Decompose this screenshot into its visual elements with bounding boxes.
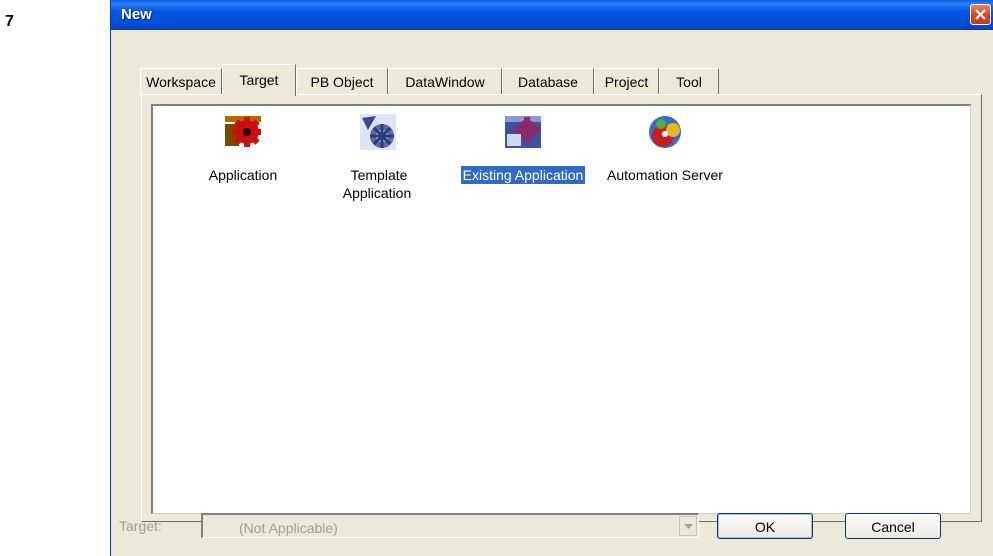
template-application-icon [360, 114, 396, 150]
tab-strip: Workspace Target PB Object DataWindow Da… [140, 64, 800, 96]
target-label: Target: [119, 518, 162, 534]
automation-server-icon [649, 116, 681, 148]
cancel-button[interactable]: Cancel [845, 513, 941, 539]
target-combo-value: (Not Applicable) [239, 520, 338, 536]
close-button[interactable] [970, 4, 991, 25]
tab-pb-object[interactable]: PB Object [296, 68, 388, 95]
tab-tool[interactable]: Tool [659, 68, 719, 95]
item-label: Template Application [342, 167, 412, 201]
close-icon [975, 9, 986, 20]
new-dialog: New Workspace Target PB Object DataWindo… [110, 0, 993, 556]
step-number: 7 [5, 13, 14, 30]
tab-database[interactable]: Database [502, 68, 594, 95]
tab-project[interactable]: Project [594, 68, 659, 95]
ok-button[interactable]: OK [717, 513, 813, 539]
title-bar[interactable]: New [111, 0, 993, 30]
target-combobox: (Not Applicable) [201, 513, 699, 538]
target-item-list: Application Template Application Existin… [151, 104, 971, 514]
existing-application-icon [505, 116, 541, 148]
combo-dropdown-button [679, 516, 697, 536]
tab-datawindow[interactable]: DataWindow [388, 68, 502, 95]
application-gear-icon [225, 116, 261, 147]
tab-workspace[interactable]: Workspace [140, 68, 222, 95]
item-label: Existing Application [459, 165, 587, 185]
chevron-down-icon [684, 524, 693, 529]
window-title: New [121, 6, 152, 23]
item-label: Automation Server [607, 167, 723, 183]
tab-target[interactable]: Target [222, 64, 296, 96]
